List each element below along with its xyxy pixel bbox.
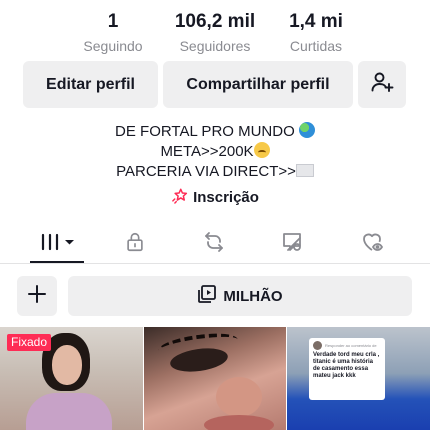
likes-label: Curtidas: [289, 38, 343, 54]
comment-reply-card: Responder ao comentário de Verdade tord …: [309, 338, 385, 400]
playlist-button[interactable]: MILHÃO: [68, 276, 412, 316]
bio-line-1: DE FORTAL PRO MUNDO: [0, 122, 430, 142]
profile-bio: DE FORTAL PRO MUNDO META>>200K PARCERIA …: [0, 122, 430, 182]
bio-line-2-text: META>>200K: [160, 143, 254, 160]
reply-avatar: [313, 341, 322, 350]
pinned-badge: Fixado: [7, 334, 52, 351]
subscription-link[interactable]: Inscrição: [0, 187, 430, 209]
video-thumbnail-2[interactable]: [144, 327, 286, 430]
following-count: 1: [107, 11, 119, 32]
likes-count: 1,4 mi: [289, 11, 343, 32]
thumbnail-nose: [216, 377, 262, 417]
following-label: Seguindo: [83, 38, 143, 54]
subscription-label: Inscrição: [193, 189, 259, 206]
add-user-icon: [370, 70, 394, 99]
playlist-label: MILHÃO: [223, 287, 283, 305]
thumbnail-face: [52, 345, 82, 385]
followers-stat[interactable]: 106,2 mil Seguidores: [160, 10, 270, 56]
reply-header: Responder ao comentário de: [313, 341, 381, 350]
teary-face-emoji-icon: [253, 142, 270, 158]
lock-icon: [124, 231, 146, 258]
liked-heart-eye-icon: [360, 230, 384, 259]
thumbnail-lip: [204, 415, 274, 430]
edit-profile-button[interactable]: Editar perfil: [23, 61, 158, 108]
tab-private[interactable]: [105, 226, 165, 262]
following-stat[interactable]: 1 Seguindo: [58, 10, 168, 56]
envelope-emoji-icon: [295, 164, 314, 177]
video-grid: Fixado Responder ao comentário de Verdad…: [0, 327, 430, 430]
reply-text: Verdade tord meu crla , titanic é uma hi…: [313, 352, 380, 379]
tab-tagged[interactable]: [262, 226, 322, 262]
playlist-row: MILHÃO: [0, 276, 430, 316]
subscription-star-icon: [171, 187, 189, 209]
video-thumbnail-1[interactable]: Fixado: [0, 327, 143, 430]
tab-liked[interactable]: [342, 226, 402, 262]
thumbnail-body: [26, 393, 112, 430]
profile-stats: 1 Seguindo 106,2 mil Seguidores 1,4 mi C…: [0, 10, 430, 58]
profile-tabs: [0, 226, 430, 264]
globe-emoji-icon: [298, 122, 315, 138]
profile-actions: Editar perfil Compartilhar perfil: [0, 61, 430, 109]
video-thumbnail-3[interactable]: Responder ao comentário de Verdade tord …: [287, 327, 430, 430]
tab-videos[interactable]: [28, 226, 88, 262]
playlist-icon: [197, 284, 223, 308]
reply-author: Responder ao comentário de: [325, 343, 377, 348]
tagged-eye-icon: [280, 230, 304, 259]
bio-line-3-text: PARCERIA VIA DIRECT>>: [116, 163, 296, 180]
bio-line-2: META>>200K: [0, 142, 430, 162]
likes-stat[interactable]: 1,4 mi Curtidas: [261, 10, 371, 56]
tab-reposts[interactable]: [184, 226, 244, 262]
repost-icon: [202, 230, 226, 259]
followers-count: 106,2 mil: [174, 11, 256, 32]
bio-line-3: PARCERIA VIA DIRECT>>: [0, 162, 430, 182]
add-friends-button[interactable]: [358, 61, 406, 108]
plus-icon: [27, 284, 47, 309]
bio-line-1-text: DE FORTAL PRO MUNDO: [115, 123, 295, 140]
followers-label: Seguidores: [179, 38, 251, 54]
grid-bars-icon: [38, 231, 78, 258]
active-tab-indicator: [30, 261, 84, 263]
add-playlist-button[interactable]: [17, 276, 57, 316]
share-profile-button[interactable]: Compartilhar perfil: [163, 61, 353, 108]
